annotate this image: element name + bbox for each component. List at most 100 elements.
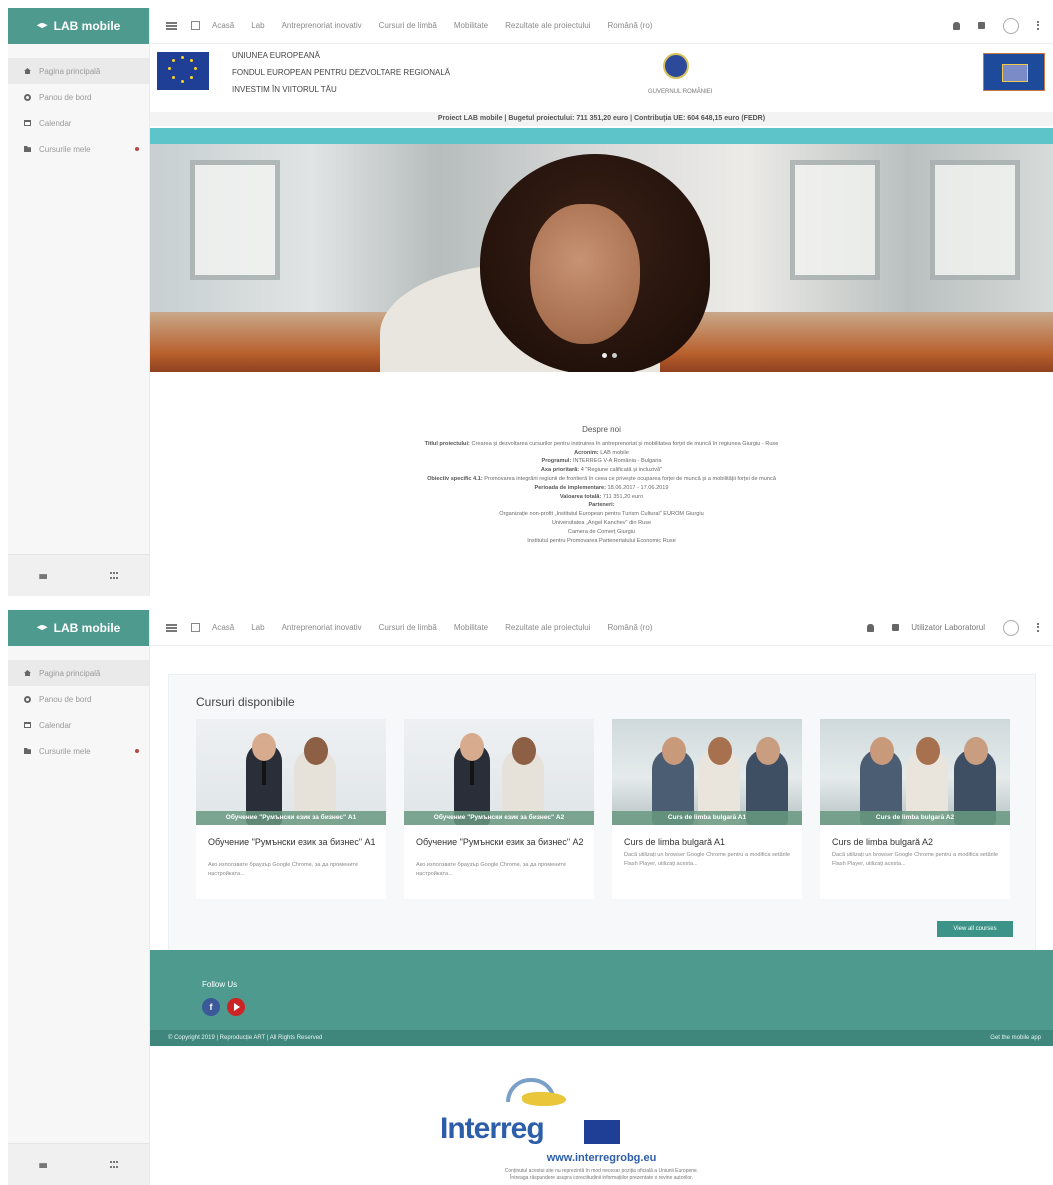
follow-us-label: Follow Us: [202, 980, 238, 989]
about-label: Parteneri:: [588, 502, 615, 509]
chat-icon[interactable]: [892, 624, 900, 631]
bell-icon[interactable]: [953, 21, 960, 30]
nav-link-lab[interactable]: Lab: [251, 623, 264, 632]
brand-logo[interactable]: LAB mobile: [8, 8, 149, 44]
nav-link-language-courses[interactable]: Cursuri de limbă: [379, 623, 437, 632]
sidebar-item-my-courses[interactable]: Cursurile mele: [8, 136, 149, 162]
chat-icon[interactable]: [978, 22, 985, 29]
more-options-icon[interactable]: [1037, 21, 1039, 30]
course-card[interactable]: Curs de limba bulgară A1 Curs de limba b…: [612, 719, 802, 899]
course-image[interactable]: Curs de limba bulgară A2: [820, 719, 1010, 825]
about-value: 4 "Regiune calificată și incluzivă": [580, 467, 663, 474]
home-icon: [24, 670, 31, 676]
nav-link-home[interactable]: Acasă: [212, 623, 234, 632]
grid-icon[interactable]: [109, 572, 118, 579]
sidebar-item-my-courses[interactable]: Cursurile mele: [8, 738, 149, 764]
copyright-text: © Copyright 2019 | Reproducție ART | All…: [168, 1035, 323, 1041]
nav-link-results[interactable]: Rezultate ale proiectului: [505, 21, 590, 30]
language-selector[interactable]: Română (ro): [608, 623, 653, 632]
sidebar-item-label: Cursurile mele: [39, 144, 91, 154]
nav-link-entrepreneurship[interactable]: Antreprenoriat inovativ: [282, 623, 362, 632]
hero-image: [150, 144, 1053, 372]
course-image[interactable]: Обучение "Румънски език за бизнес" A2: [404, 719, 594, 825]
course-title[interactable]: Curs de limba bulgară A1: [624, 837, 792, 848]
eu-line: UNIUNEA EUROPEANĂ: [232, 51, 321, 60]
nav-link-entrepreneurship[interactable]: Antreprenoriat inovativ: [282, 21, 362, 30]
sidebar: LAB mobile Pagina principală Panou de bo…: [8, 8, 150, 596]
about-section: Despre noi Titlul proiectului: Crearea ș…: [150, 425, 1053, 546]
course-title[interactable]: Обучение "Румънски език за бизнес" A2: [416, 837, 584, 848]
about-line: Camera de Comerț Giurgiu: [150, 528, 1053, 537]
keyboard-icon[interactable]: [39, 574, 48, 579]
facebook-icon[interactable]: f: [202, 998, 220, 1016]
disclaimer: Conținutul acestui site nu reprezintă în…: [150, 1168, 1053, 1182]
about-label: Perioada de implementare:: [534, 484, 606, 491]
about-value: Crearea și dezvoltarea cursurilor pentru…: [471, 440, 779, 447]
brand-logo[interactable]: LAB mobile: [8, 610, 149, 646]
folder-icon: [24, 146, 31, 152]
eu-flag-icon: [584, 1120, 620, 1144]
sidebar-item-calendar[interactable]: Calendar: [8, 712, 149, 738]
course-card[interactable]: Обучение "Румънски език за бизнес" A1 Об…: [196, 719, 386, 899]
sidebar-item-dashboard[interactable]: Panou de bord: [8, 84, 149, 110]
sidebar-item-label: Pagina principală: [39, 66, 101, 76]
course-image[interactable]: Curs de limba bulgară A1: [612, 719, 802, 825]
eu-text: UNIUNEA EUROPEANĂ FONDUL EUROPEAN PENTRU…: [232, 49, 450, 97]
avatar[interactable]: [1003, 619, 1019, 636]
course-title[interactable]: Обучение "Румънски език за бизнес" A1: [208, 837, 376, 848]
about-title: Despre noi: [582, 425, 621, 434]
disclaimer-line: Conținutul acestui site nu reprezintă în…: [504, 1168, 699, 1174]
youtube-icon[interactable]: [227, 998, 245, 1016]
graduation-cap-icon: [36, 22, 48, 29]
course-title[interactable]: Curs de limba bulgară A2: [832, 837, 1000, 848]
about-line: Axa prioritară: 4 "Regiune calificată și…: [150, 466, 1053, 475]
nav-link-results[interactable]: Rezultate ale proiectului: [505, 623, 590, 632]
bell-icon[interactable]: [867, 623, 875, 632]
top-navbar: Acasă Lab Antreprenoriat inovativ Cursur…: [150, 610, 1053, 646]
nav-link-mobility[interactable]: Mobilitate: [454, 21, 488, 30]
hamburger-menu-icon[interactable]: [166, 21, 177, 30]
about-value: LAB mobile: [600, 449, 629, 456]
nav-link-home[interactable]: Acasă: [212, 21, 234, 30]
hamburger-menu-icon[interactable]: [166, 623, 177, 632]
avatar[interactable]: [1003, 17, 1019, 34]
sidebar-item-label: Calendar: [39, 720, 72, 730]
about-line: Institutul pentru Promovarea Parteneriat…: [150, 537, 1053, 546]
topbar-actions: Utilizator Laboratorul: [867, 619, 1053, 636]
course-card[interactable]: Обучение "Румънски език за бизнес" A2 Об…: [404, 719, 594, 899]
eu-banner: UNIUNEA EUROPEANĂ FONDUL EUROPEAN PENTRU…: [150, 45, 1053, 112]
mobile-app-link[interactable]: Get the mobile app: [990, 1030, 1041, 1046]
nav-link-language-courses[interactable]: Cursuri de limbă: [379, 21, 437, 30]
footer-bottom-bar: © Copyright 2019 | Reproducție ART | All…: [150, 1030, 1053, 1046]
nav-link-lab[interactable]: Lab: [251, 21, 264, 30]
course-description: Ако използвате браузър Google Chrome, за…: [208, 862, 359, 877]
sidebar-nav: Pagina principală Panou de bord Calendar…: [8, 58, 149, 162]
fullscreen-icon[interactable]: [191, 21, 200, 30]
sidebar-item-calendar[interactable]: Calendar: [8, 110, 149, 136]
about-label: Acronim:: [574, 449, 599, 456]
about-label: Programul:: [541, 458, 572, 465]
interreg-url[interactable]: www.interregrobg.eu: [150, 1152, 1053, 1164]
course-image[interactable]: Обучение "Румънски език за бизнес" A1: [196, 719, 386, 825]
sidebar-item-label: Panou de bord: [39, 92, 92, 102]
about-value: 18.06.2017 - 17.06.2019: [607, 484, 669, 491]
fullscreen-icon[interactable]: [191, 623, 200, 632]
brand-name: LAB mobile: [53, 19, 121, 33]
chevron-icon: [135, 147, 139, 151]
course-card[interactable]: Curs de limba bulgară A2 Curs de limba b…: [820, 719, 1010, 899]
language-selector[interactable]: Română (ro): [608, 21, 653, 30]
chevron-icon: [135, 749, 139, 753]
sidebar-item-home[interactable]: Pagina principală: [8, 58, 149, 84]
user-name[interactable]: Utilizator Laboratorul: [911, 623, 985, 632]
view-all-courses-button[interactable]: View all courses: [937, 921, 1013, 937]
dashboard-icon: [24, 93, 31, 101]
grid-icon[interactable]: [109, 1161, 118, 1168]
calendar-icon: [24, 120, 31, 126]
nav-link-mobility[interactable]: Mobilitate: [454, 623, 488, 632]
sidebar-item-dashboard[interactable]: Panou de bord: [8, 686, 149, 712]
sidebar-item-home[interactable]: Pagina principală: [8, 660, 149, 686]
keyboard-icon[interactable]: [39, 1163, 48, 1168]
about-value: INTERREG V-A România - Bulgaria: [572, 458, 662, 465]
more-options-icon[interactable]: [1037, 623, 1039, 632]
about-line: Titlul proiectului: Crearea și dezvoltar…: [150, 440, 1053, 449]
